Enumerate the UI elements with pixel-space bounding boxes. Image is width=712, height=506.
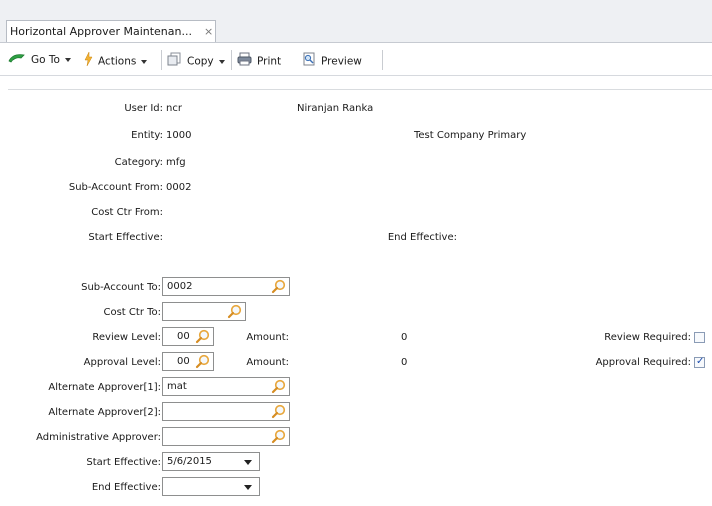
toolbar: Go To Actions Copy Print Preview: [0, 42, 712, 76]
goto-label: Go To: [31, 54, 60, 66]
end-effective-label: End Effective:: [91, 482, 161, 493]
review-level-value: 00: [177, 331, 190, 342]
toolbar-divider: [161, 50, 162, 70]
magnifier-icon[interactable]: [271, 379, 286, 400]
cost-ctr-to-label: Cost Ctr To:: [103, 307, 162, 318]
magnifier-icon[interactable]: [271, 279, 286, 300]
review-amount-value: 0: [401, 332, 408, 343]
toolbar-divider: [231, 50, 232, 70]
chevron-down-icon[interactable]: [244, 460, 252, 465]
preview-label: Preview: [321, 55, 362, 68]
magnifier-icon[interactable]: [271, 429, 286, 450]
user-id-value: ncr: [166, 103, 182, 114]
toolbar-divider: [382, 50, 383, 70]
checkmark-icon: ✓: [696, 356, 705, 367]
preview-button[interactable]: Preview: [302, 52, 362, 68]
end-effective-info-label: End Effective:: [387, 232, 457, 243]
copy-icon: [167, 52, 182, 71]
print-label: Print: [257, 55, 282, 68]
print-button[interactable]: Print: [237, 52, 281, 68]
magnifier-icon[interactable]: [271, 404, 286, 425]
admin-approver-field[interactable]: [162, 427, 290, 446]
chevron-down-icon: [141, 59, 148, 64]
entity-label: Entity:: [131, 130, 163, 141]
lightning-icon: [84, 51, 93, 71]
user-name-value: Niranjan Ranka: [297, 103, 374, 114]
close-icon[interactable]: ×: [204, 21, 213, 42]
green-arrow-icon: [8, 52, 26, 68]
tab-bar: Horizontal Approver Maintenan... ×: [0, 0, 712, 42]
sub-account-to-value: 0002: [167, 281, 193, 292]
user-id-label: User Id:: [124, 103, 163, 114]
alt-approver1-label: Alternate Approver[1]:: [48, 382, 161, 393]
approval-amount-value: 0: [401, 357, 408, 368]
chevron-down-icon: [64, 58, 71, 62]
review-required-label: Review Required:: [604, 332, 691, 343]
printer-icon: [237, 52, 252, 71]
preview-icon: [302, 52, 316, 71]
sub-account-to-label: Sub-Account To:: [81, 282, 161, 293]
start-effective-info-label: Start Effective:: [88, 232, 163, 243]
cost-ctr-to-field[interactable]: [162, 302, 246, 321]
section-divider: [8, 89, 712, 90]
approver-form: User Id: ncr Niranjan Ranka Entity: 1000…: [0, 77, 712, 506]
end-effective-date[interactable]: [162, 477, 260, 496]
alt-approver2-field[interactable]: [162, 402, 290, 421]
approval-required-checkbox[interactable]: ✓: [694, 356, 705, 368]
start-effective-label: Start Effective:: [86, 457, 161, 468]
copy-button[interactable]: Copy: [167, 52, 225, 68]
chevron-down-icon: [218, 59, 225, 64]
tab-title: Horizontal Approver Maintenan...: [10, 25, 192, 38]
magnifier-icon[interactable]: [195, 354, 210, 375]
tab-horizontal-approver[interactable]: Horizontal Approver Maintenan... ×: [6, 20, 216, 42]
copy-label: Copy: [187, 55, 214, 68]
approval-amount-label: Amount:: [246, 357, 289, 368]
alt-approver2-label: Alternate Approver[2]:: [48, 407, 161, 418]
review-amount-label: Amount:: [246, 332, 289, 343]
category-value: mfg: [166, 157, 186, 168]
magnifier-icon[interactable]: [195, 329, 210, 350]
chevron-down-icon[interactable]: [244, 485, 252, 490]
review-level-label: Review Level:: [92, 332, 161, 343]
entity-value: 1000: [166, 130, 192, 141]
category-label: Category:: [114, 157, 163, 168]
alt-approver1-value: mat: [167, 381, 187, 392]
approval-required-label: Approval Required:: [595, 357, 691, 368]
sub-account-from-label: Sub-Account From:: [68, 182, 163, 193]
admin-approver-label: Administrative Approver:: [36, 432, 161, 443]
approval-level-value: 00: [177, 356, 190, 367]
sub-account-from-value: 0002: [166, 182, 192, 193]
review-required-checkbox[interactable]: [694, 332, 705, 343]
review-level-field[interactable]: 00: [162, 327, 214, 346]
sub-account-to-field[interactable]: 0002: [162, 277, 290, 296]
approval-level-label: Approval Level:: [83, 357, 161, 368]
alt-approver1-field[interactable]: mat: [162, 377, 290, 396]
start-effective-date[interactable]: 5/6/2015: [162, 452, 260, 471]
start-effective-value: 5/6/2015: [167, 456, 212, 467]
approval-level-field[interactable]: 00: [162, 352, 214, 371]
entity-name-value: Test Company Primary: [414, 130, 527, 141]
cost-ctr-from-label: Cost Ctr From:: [91, 207, 163, 218]
actions-button[interactable]: Actions: [84, 51, 148, 71]
actions-label: Actions: [98, 55, 137, 68]
goto-button[interactable]: Go To: [8, 52, 71, 68]
magnifier-icon[interactable]: [227, 304, 242, 325]
